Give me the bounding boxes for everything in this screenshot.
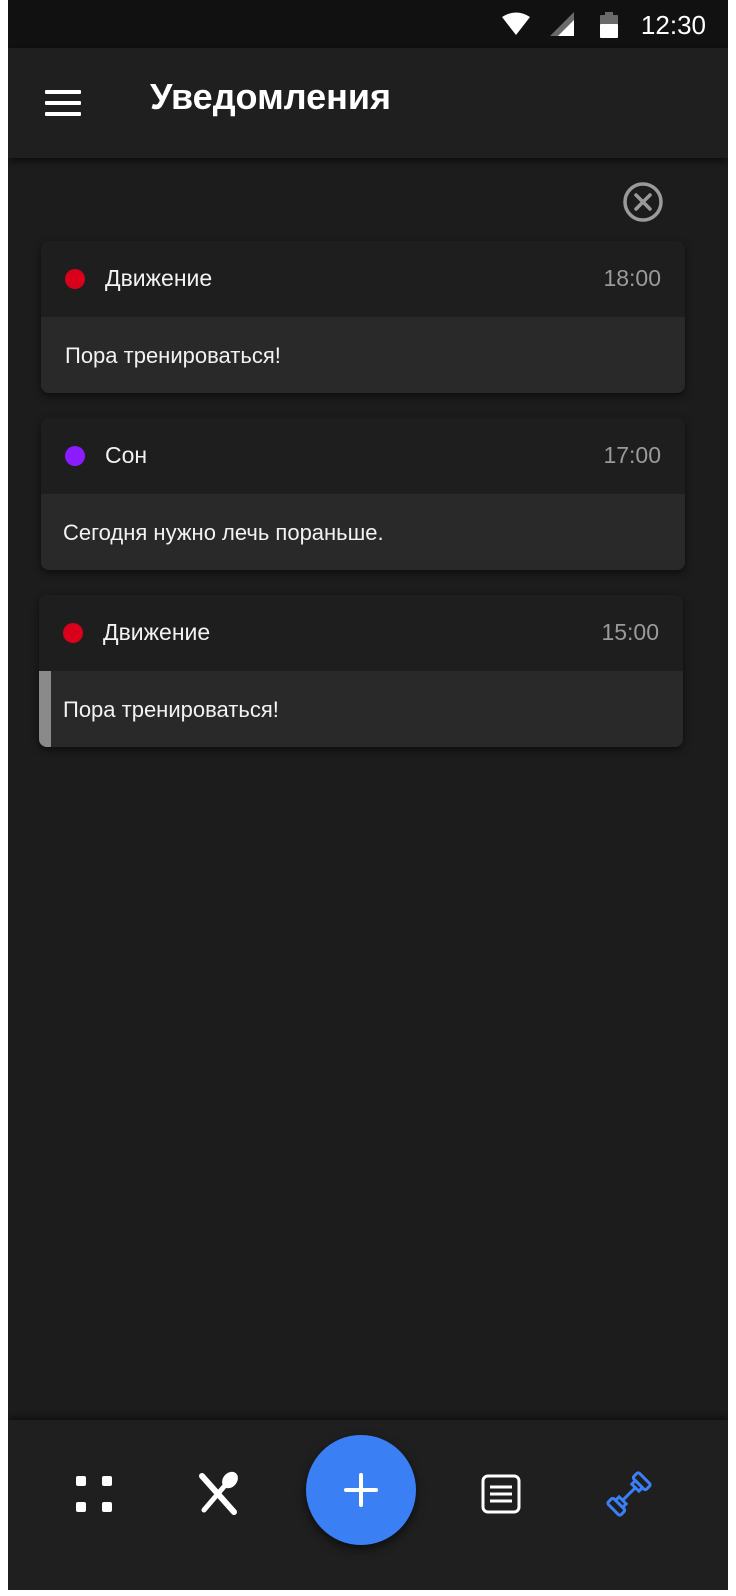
notification-header: Сон 17:00: [41, 418, 685, 494]
dumbbell-icon[interactable]: [603, 1468, 655, 1520]
notification-body: Сегодня нужно лечь пораньше.: [41, 494, 685, 570]
hamburger-menu-icon[interactable]: [34, 78, 90, 128]
notification-message: Пора тренироваться!: [63, 697, 279, 722]
notification-category: Сон: [105, 442, 148, 468]
notification-time: 18:00: [603, 265, 661, 291]
notification-message: Пора тренироваться!: [65, 343, 281, 368]
phone-screen: 12:30 Уведомления Движение 18:00 Пора тр…: [8, 0, 728, 1590]
grid-icon[interactable]: [68, 1468, 120, 1520]
status-time: 12:30: [640, 10, 706, 40]
notification-header: Движение 18:00: [41, 241, 685, 317]
bottom-nav: [8, 1420, 728, 1590]
add-button[interactable]: [306, 1435, 416, 1545]
battery-icon: [600, 12, 618, 38]
page-title: Уведомления: [150, 76, 391, 117]
notification-category: Движение: [105, 265, 213, 291]
status-bar: 12:30: [8, 0, 728, 48]
category-dot-icon: [65, 269, 85, 289]
list-icon[interactable]: [475, 1468, 527, 1520]
fork-spoon-icon[interactable]: [192, 1468, 244, 1520]
notification-body: Пора тренироваться!: [39, 671, 683, 747]
notification-card[interactable]: Движение 15:00 Пора тренироваться!: [39, 595, 683, 747]
notification-time: 15:00: [601, 619, 659, 645]
notification-category: Движение: [103, 619, 211, 645]
notification-card[interactable]: Сон 17:00 Сегодня нужно лечь пораньше.: [41, 418, 685, 570]
notification-body: Пора тренироваться!: [41, 317, 685, 393]
add-icon: [344, 1473, 378, 1507]
notification-time: 17:00: [603, 442, 661, 468]
notification-header: Движение 15:00: [39, 595, 683, 671]
wifi-icon: [502, 12, 530, 35]
category-dot-icon: [63, 623, 83, 643]
signal-icon: [550, 12, 574, 36]
app-bar: Уведомления: [8, 48, 728, 158]
swipe-handle[interactable]: [39, 671, 51, 747]
category-dot-icon: [65, 446, 85, 466]
notification-card[interactable]: Движение 18:00 Пора тренироваться!: [41, 241, 685, 393]
notification-message: Сегодня нужно лечь пораньше.: [63, 520, 384, 545]
close-circle-icon[interactable]: [622, 181, 664, 223]
